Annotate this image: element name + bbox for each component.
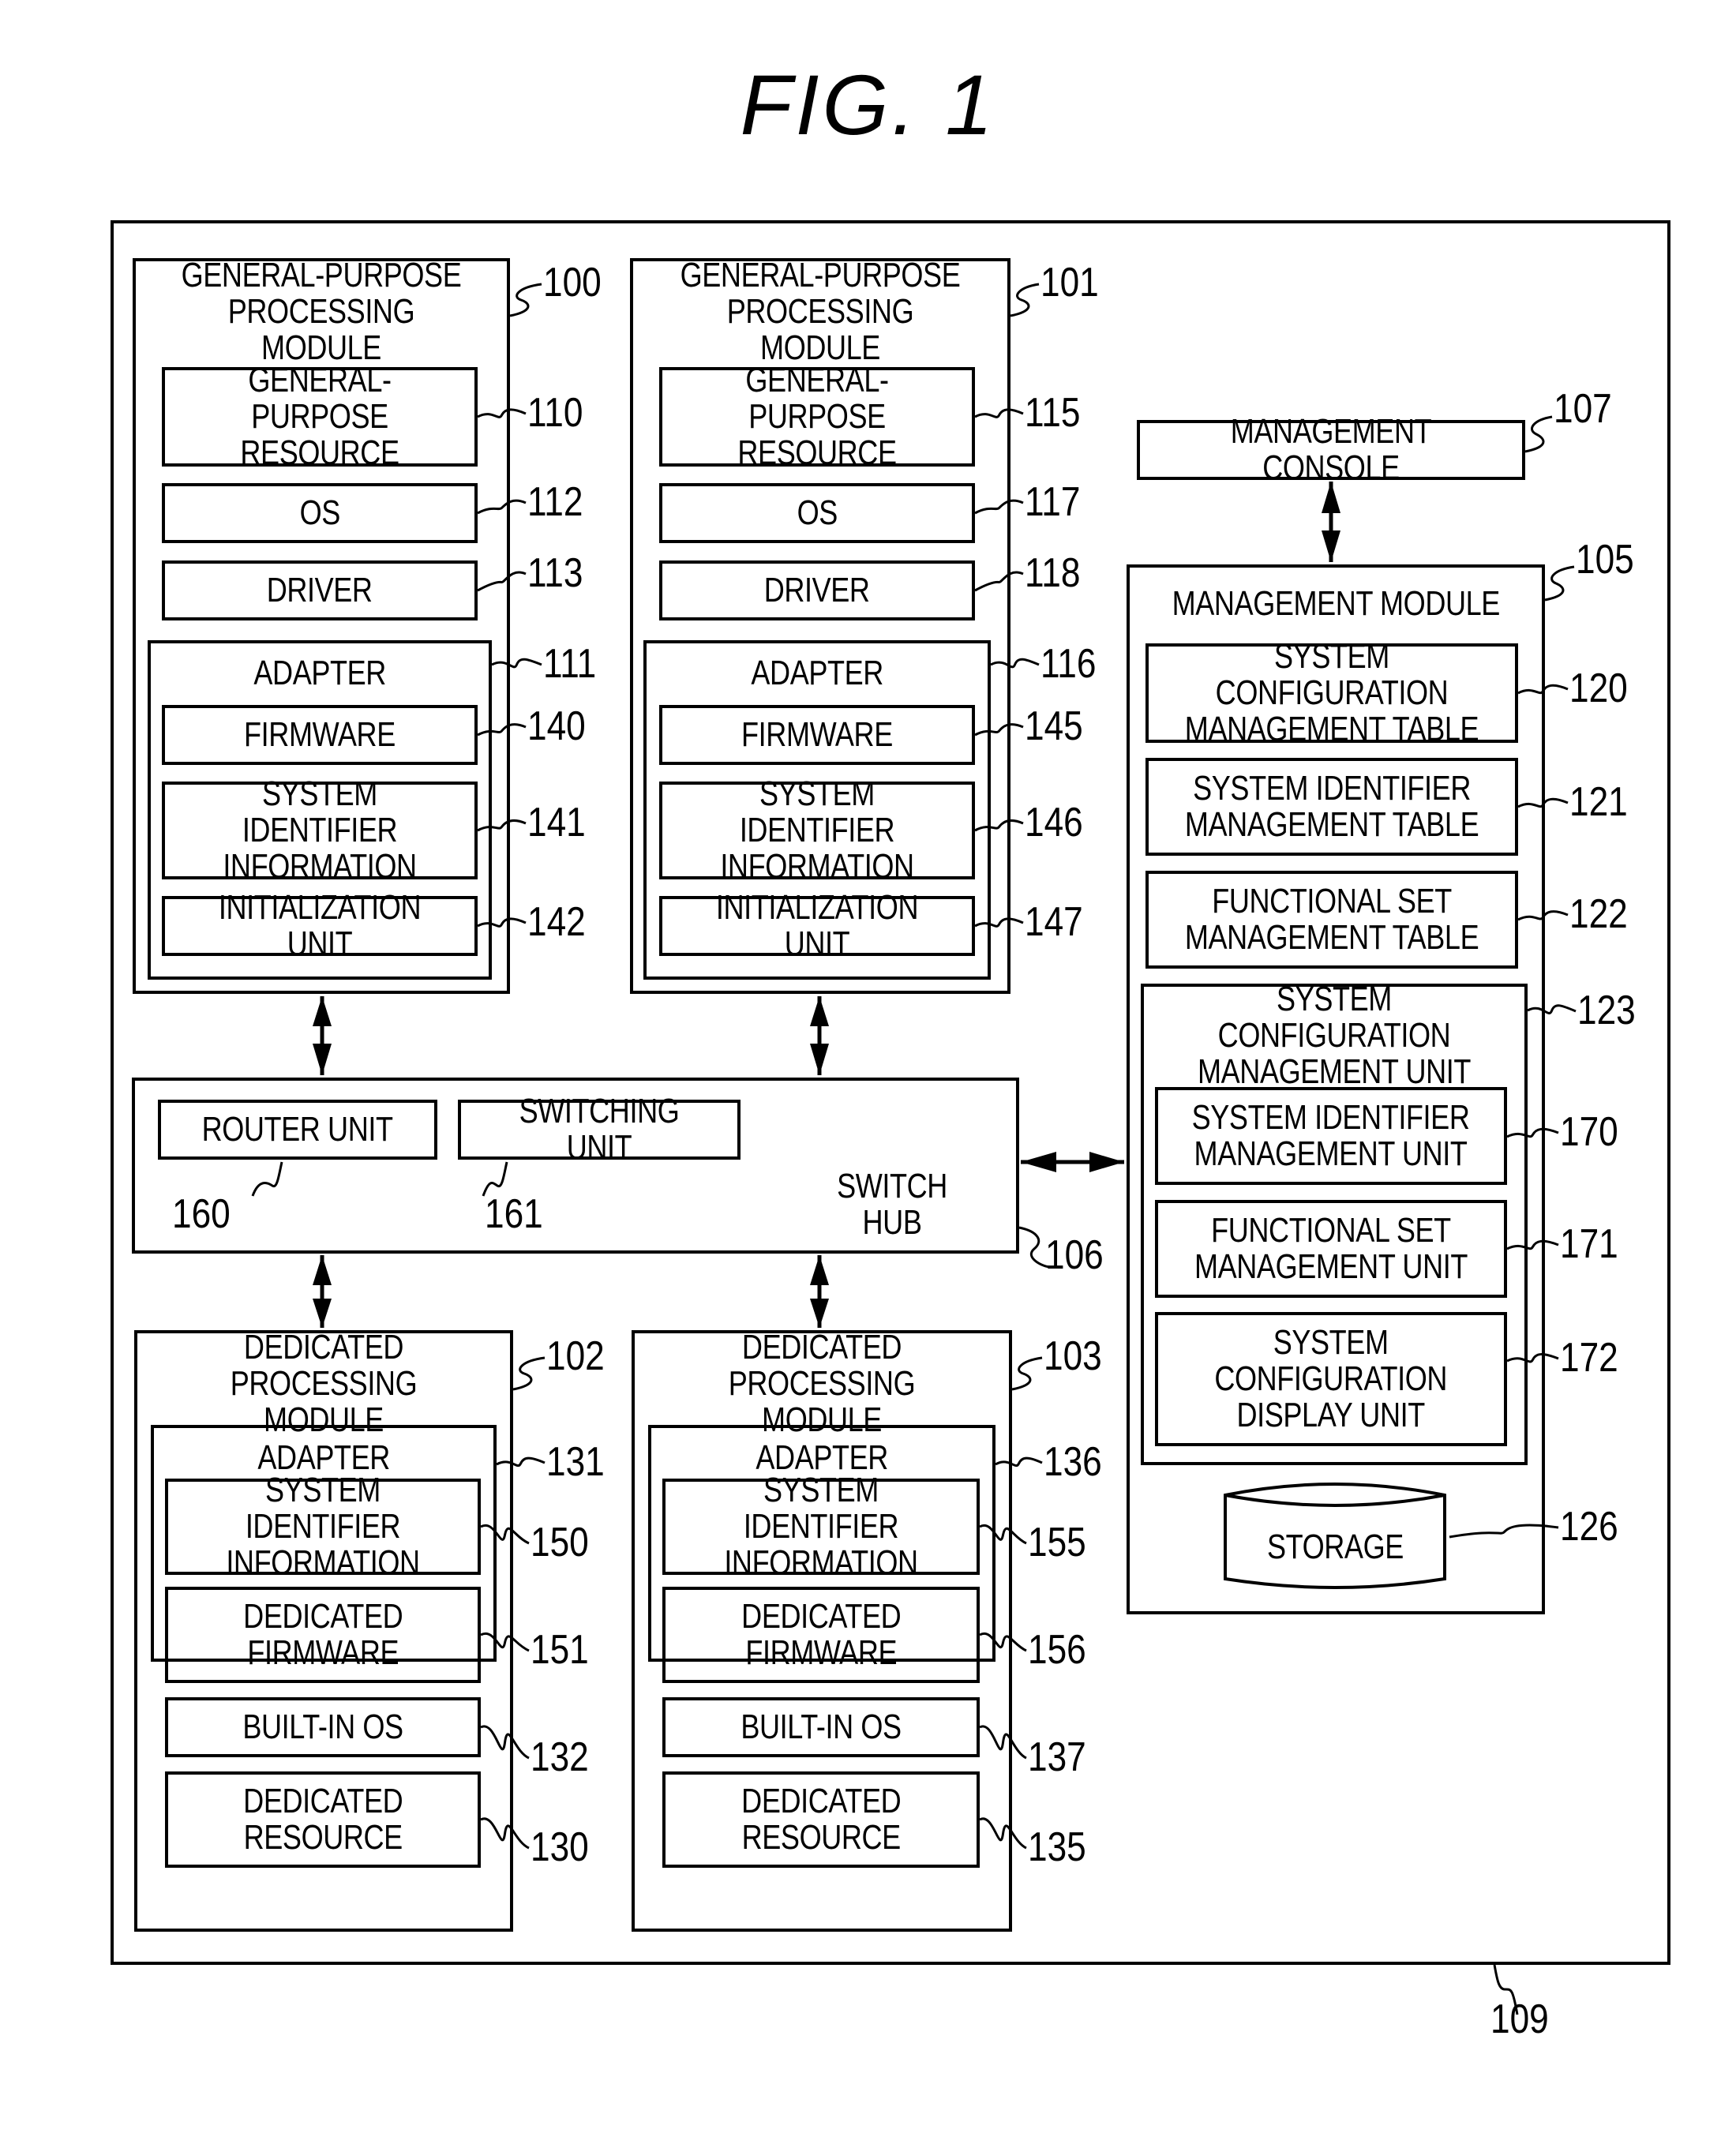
- dedicated-firmware-156: DEDICATED FIRMWARE: [662, 1587, 980, 1683]
- switch-hub-label: SWITCH HUB: [837, 1167, 947, 1242]
- ref-113: 113: [527, 550, 583, 596]
- ref-131: 131: [546, 1439, 605, 1485]
- gp-resource-110: GENERAL-PURPOSE RESOURCE: [162, 362, 478, 471]
- firmware-140: FIRMWARE: [162, 705, 478, 765]
- built-in-os-137: BUILT-IN OS: [662, 1697, 980, 1757]
- ref-140: 140: [527, 703, 586, 749]
- ref-156: 156: [1028, 1627, 1086, 1673]
- ref-103: 103: [1044, 1333, 1102, 1379]
- system-identifier-mgmt-unit-170: SYSTEM IDENTIFIER MANAGEMENT UNIT: [1155, 1087, 1507, 1185]
- module-title: GENERAL-PURPOSE PROCESSING MODULE: [181, 256, 462, 367]
- ref-123: 123: [1577, 988, 1636, 1033]
- ref-110: 110: [527, 390, 583, 436]
- ref-146: 146: [1025, 800, 1083, 845]
- management-console-107: MANAGEMENT CONSOLE: [1137, 414, 1525, 486]
- ref-106: 106: [1045, 1232, 1104, 1278]
- ref-112: 112: [527, 479, 583, 525]
- ref-142: 142: [527, 899, 586, 945]
- ref-145: 145: [1025, 703, 1083, 749]
- ref-115: 115: [1025, 390, 1081, 436]
- ref-105: 105: [1576, 537, 1634, 583]
- initialization-unit-142: INITIALIZATION UNIT: [162, 890, 478, 962]
- gp-resource-115: GENERAL-PURPOSE RESOURCE: [659, 362, 975, 471]
- dedicated-resource-135: DEDICATED RESOURCE: [662, 1771, 980, 1868]
- dedicated-firmware-151: DEDICATED FIRMWARE: [165, 1587, 481, 1683]
- ref-122: 122: [1569, 891, 1628, 937]
- router-unit-160: ROUTER UNIT: [158, 1100, 437, 1160]
- ref-118: 118: [1025, 550, 1081, 596]
- ref-117: 117: [1025, 479, 1081, 525]
- ref-120: 120: [1569, 665, 1628, 711]
- ref-137: 137: [1028, 1734, 1086, 1780]
- ref-155: 155: [1028, 1520, 1086, 1565]
- ref-102: 102: [546, 1333, 605, 1379]
- ref-111: 111: [543, 641, 597, 687]
- system-identifier-info-146: SYSTEM IDENTIFIER INFORMATION: [659, 776, 975, 885]
- ref-132: 132: [531, 1734, 589, 1780]
- dedicated-resource-130: DEDICATED RESOURCE: [165, 1771, 481, 1868]
- ref-141: 141: [527, 800, 586, 845]
- ref-170: 170: [1560, 1109, 1618, 1155]
- ref-116: 116: [1040, 641, 1097, 687]
- functional-set-mgmt-table-122: FUNCTIONAL SET MANAGEMENT TABLE: [1145, 871, 1518, 969]
- system-config-display-unit-172: SYSTEM CONFIGURATION DISPLAY UNIT: [1155, 1312, 1507, 1446]
- ref-130: 130: [531, 1824, 589, 1870]
- ref-151: 151: [531, 1627, 589, 1673]
- system-config-mgmt-table-120: SYSTEM CONFIGURATION MANAGEMENT TABLE: [1145, 639, 1518, 748]
- system-identifier-info-150: SYSTEM IDENTIFIER INFORMATION: [165, 1472, 481, 1581]
- ref-109: 109: [1490, 1996, 1549, 2042]
- functional-set-mgmt-unit-171: FUNCTIONAL SET MANAGEMENT UNIT: [1155, 1200, 1507, 1298]
- built-in-os-132: BUILT-IN OS: [165, 1697, 481, 1757]
- ref-147: 147: [1025, 899, 1083, 945]
- ref-126: 126: [1560, 1504, 1618, 1550]
- ref-101: 101: [1040, 260, 1099, 306]
- driver-113: DRIVER: [162, 560, 478, 620]
- switching-unit-161: SWITCHING UNIT: [458, 1093, 741, 1166]
- ref-172: 172: [1560, 1335, 1618, 1381]
- driver-118: DRIVER: [659, 560, 975, 620]
- os-112: OS: [162, 483, 478, 543]
- ref-150: 150: [531, 1520, 589, 1565]
- system-identifier-info-155: SYSTEM IDENTIFIER INFORMATION: [662, 1472, 980, 1581]
- ref-160: 160: [172, 1191, 231, 1237]
- initialization-unit-147: INITIALIZATION UNIT: [659, 890, 975, 962]
- ref-171: 171: [1560, 1221, 1618, 1267]
- ref-107: 107: [1554, 386, 1612, 432]
- firmware-145: FIRMWARE: [659, 705, 975, 765]
- ref-100: 100: [543, 260, 602, 306]
- system-identifier-info-141: SYSTEM IDENTIFIER INFORMATION: [162, 776, 478, 885]
- ref-135: 135: [1028, 1824, 1086, 1870]
- os-117: OS: [659, 483, 975, 543]
- ref-136: 136: [1044, 1439, 1102, 1485]
- figure-title: FIG. 1: [740, 57, 996, 152]
- ref-161: 161: [485, 1191, 543, 1237]
- storage-label: STORAGE: [1266, 1528, 1404, 1566]
- ref-121: 121: [1569, 779, 1628, 825]
- system-identifier-mgmt-table-121: SYSTEM IDENTIFIER MANAGEMENT TABLE: [1145, 758, 1518, 856]
